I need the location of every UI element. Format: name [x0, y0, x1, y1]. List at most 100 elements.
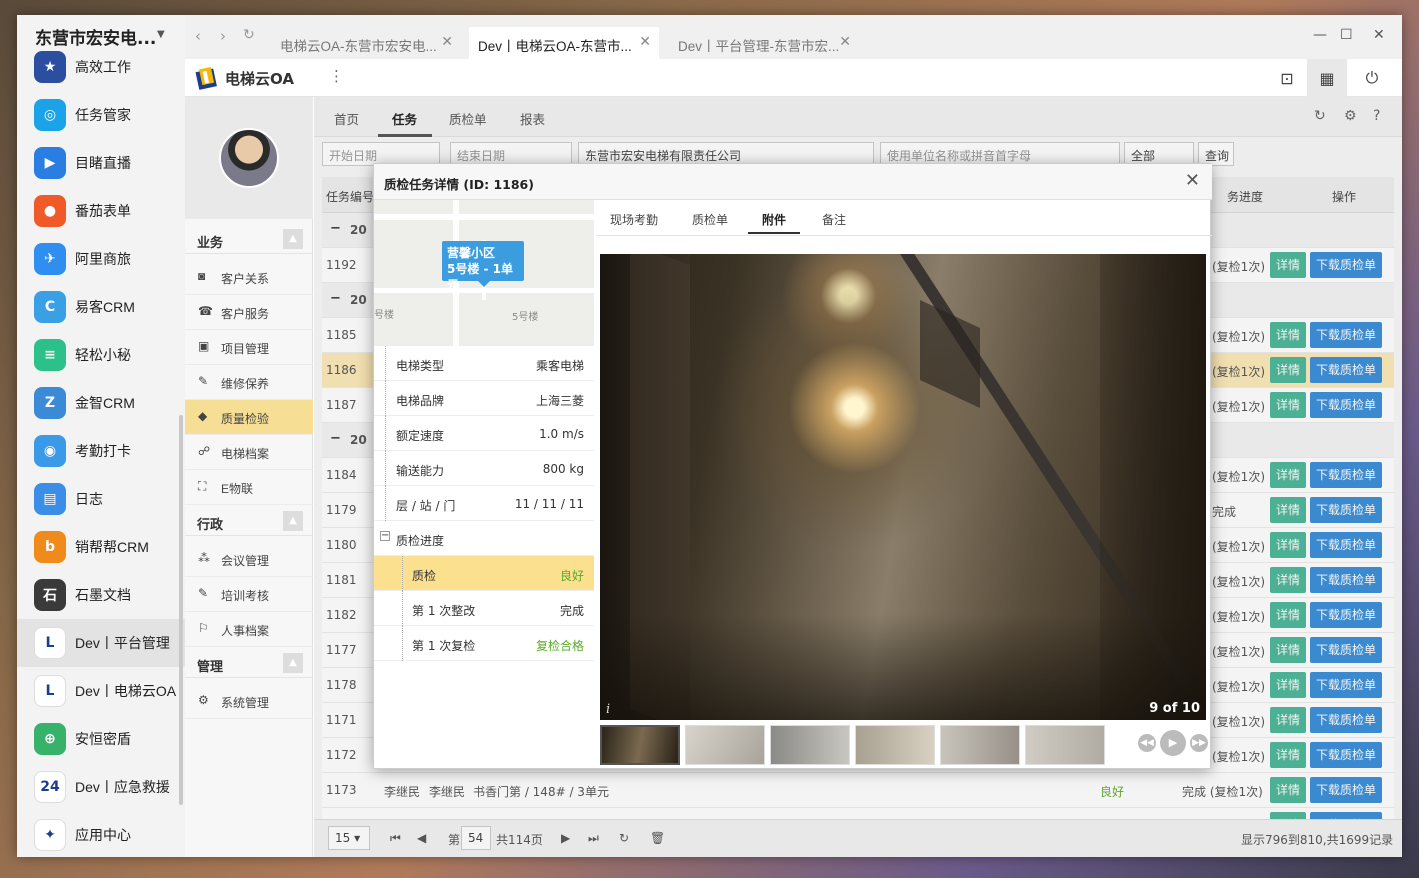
browser-tab-active[interactable]: Dev丨电梯云OA-东营市... ✕ — [469, 27, 659, 59]
map-label-right: 5号楼 — [512, 312, 539, 323]
close-tab-icon[interactable]: ✕ — [839, 33, 851, 50]
app-item[interactable]: ⊕ 安恒密盾 — [17, 715, 185, 763]
map-marker[interactable]: 营馨小区 5号楼 - 1单元 — [442, 241, 524, 292]
tab-inspection-form[interactable]: 质检单 — [692, 211, 728, 228]
photo-thumbnail[interactable] — [685, 725, 765, 765]
menu-item[interactable]: ▣ 项目管理 — [185, 330, 313, 365]
tab-bar: ‹ › ↻ 电梯云OA-东营市宏安电... ✕ Dev丨电梯云OA-东营市... ✕… — [185, 15, 1402, 59]
menu-item[interactable]: ⁂ 会议管理 — [185, 542, 313, 577]
photo-thumbnail[interactable] — [770, 725, 850, 765]
app-item[interactable]: ✦ 应用中心 — [17, 811, 185, 857]
collapse-icon[interactable]: ▲ — [283, 229, 303, 249]
sidebar-scrollbar[interactable] — [179, 415, 183, 805]
power-icon[interactable]: ⏻ — [1352, 59, 1392, 97]
photo-thumbnail[interactable] — [600, 725, 680, 765]
progress-step[interactable]: 质检 良好 — [374, 556, 594, 591]
minimize-icon[interactable]: — — [1313, 27, 1327, 43]
menu-item[interactable]: ⛶ E物联 — [185, 470, 313, 505]
menu-item[interactable]: ✎ 维修保养 — [185, 365, 313, 400]
app-item[interactable]: ✈ 阿里商旅 — [17, 235, 185, 283]
progress-step[interactable]: 第 1 次整改 完成 — [374, 591, 594, 626]
app-item[interactable]: ◉ 考勤打卡 — [17, 427, 185, 475]
menu-section-header[interactable]: 业务 ▲ — [185, 224, 313, 254]
app-item[interactable]: ● 番茄表单 — [17, 187, 185, 235]
menu-section-header[interactable]: 行政 ▲ — [185, 506, 313, 536]
close-tab-icon[interactable]: ✕ — [441, 33, 453, 50]
property-value: 800 kg — [542, 462, 584, 476]
collapse-icon[interactable]: − — [380, 531, 390, 541]
close-icon[interactable]: ✕ — [1185, 170, 1200, 191]
progress-step[interactable]: 第 1 次复检 复检合格 — [374, 626, 594, 661]
menu-item[interactable]: ✎ 培训考核 — [185, 577, 313, 612]
prev-photo-icon[interactable]: ◀◀ — [1138, 734, 1156, 752]
avatar[interactable] — [219, 128, 279, 188]
maximize-icon[interactable]: ☐ — [1340, 27, 1353, 43]
app-item[interactable]: L Dev丨平台管理 — [17, 619, 185, 667]
menu-item-label: 电梯档案 — [221, 447, 270, 461]
app-label: 考勤打卡 — [75, 443, 131, 459]
photo-thumbnail[interactable] — [940, 725, 1020, 765]
browser-tab[interactable]: 电梯云OA-东营市宏安电... ✕ — [271, 27, 461, 59]
menu-item[interactable]: ◙ 客户关系 — [185, 260, 313, 295]
reload-icon[interactable]: ↻ — [243, 27, 255, 43]
app-item[interactable]: ▤ 日志 — [17, 475, 185, 523]
app-label: Dev丨平台管理 — [75, 635, 170, 651]
collapse-icon[interactable]: ▲ — [283, 511, 303, 531]
photo-thumbnail[interactable] — [855, 725, 935, 765]
back-icon[interactable]: ‹ — [195, 27, 201, 45]
dialog-titlebar: 质检任务详情 (ID: 1186) ✕ — [374, 164, 1212, 200]
menu-item-icon: ☍ — [198, 444, 211, 458]
tab-site-attendance[interactable]: 现场考勤 — [610, 211, 658, 228]
app-icon: Z — [34, 387, 66, 419]
property-row: 额定速度 1.0 m/s — [374, 416, 594, 451]
app-icon: ◎ — [34, 99, 66, 131]
menu-item[interactable]: ⚙ 系统管理 — [185, 684, 313, 719]
menu-section-title: 行政 — [197, 518, 224, 533]
app-item[interactable]: ◎ 任务管家 — [17, 91, 185, 139]
app-item[interactable]: Z 金智CRM — [17, 379, 185, 427]
play-icon[interactable]: ▶ — [1160, 730, 1186, 756]
property-key: 层 / 站 / 门 — [396, 499, 456, 513]
location-map[interactable]: 营馨小区 5号楼 - 1单元 号楼 5号楼 — [374, 200, 594, 346]
app-item[interactable]: 24 Dev丨应急救援 — [17, 763, 185, 811]
app-label: 目睹直播 — [75, 155, 131, 171]
grid-icon[interactable]: ▦ — [1307, 59, 1347, 97]
app-icon: ≡ — [34, 339, 66, 371]
tab-notes[interactable]: 备注 — [822, 211, 846, 228]
menu-section-header[interactable]: 管理 ▲ — [185, 648, 313, 678]
menu-item[interactable]: ◆ 质量检验 — [185, 400, 313, 435]
menu-item[interactable]: ☍ 电梯档案 — [185, 435, 313, 470]
account-dropdown-icon[interactable]: ▼ — [157, 29, 165, 40]
photo-thumbnail[interactable] — [1025, 725, 1105, 765]
app-label: 阿里商旅 — [75, 251, 131, 267]
dialog-tabs: 现场考勤 质检单 附件 备注 — [596, 200, 1212, 236]
step-label: 第 1 次整改 — [412, 604, 476, 618]
collapse-icon[interactable]: ▲ — [283, 653, 303, 673]
tab-attachments[interactable]: 附件 — [762, 211, 786, 228]
app-item[interactable]: ▶ 目睹直播 — [17, 139, 185, 187]
map-icon[interactable]: ⊡ — [1267, 59, 1307, 97]
app-item[interactable]: b 销帮帮CRM — [17, 523, 185, 571]
browser-tab[interactable]: Dev丨平台管理-东营市宏... ✕ — [669, 27, 859, 59]
app-icon: ✦ — [34, 819, 66, 851]
step-result: 良好 — [559, 569, 584, 583]
menu-item[interactable]: ☎ 客户服务 — [185, 295, 313, 330]
app-item[interactable]: ≡ 轻松小秘 — [17, 331, 185, 379]
menu-item[interactable]: ⚐ 人事档案 — [185, 612, 313, 647]
close-tab-icon[interactable]: ✕ — [639, 33, 651, 50]
app-item[interactable]: L Dev丨电梯云OA — [17, 667, 185, 715]
more-icon[interactable]: ⋮ — [329, 67, 344, 85]
app-label: 金智CRM — [75, 395, 135, 411]
forward-icon[interactable]: › — [220, 27, 226, 45]
close-window-icon[interactable]: ✕ — [1373, 27, 1385, 43]
app-item[interactable]: ★ 高效工作 — [17, 43, 185, 91]
property-key: 电梯类型 — [396, 359, 445, 373]
progress-tree-node[interactable]: − 质检进度 — [374, 521, 594, 556]
info-icon[interactable]: i — [606, 702, 610, 717]
property-row: 层 / 站 / 门 11 / 11 / 11 — [374, 486, 594, 521]
next-photo-icon[interactable]: ▶▶ — [1190, 734, 1208, 752]
app-icon: 石 — [34, 579, 66, 611]
attachment-photo[interactable]: i 9 of 10 — [600, 254, 1206, 720]
app-item[interactable]: 石石墨文档 — [17, 571, 185, 619]
app-item[interactable]: C 易客CRM — [17, 283, 185, 331]
